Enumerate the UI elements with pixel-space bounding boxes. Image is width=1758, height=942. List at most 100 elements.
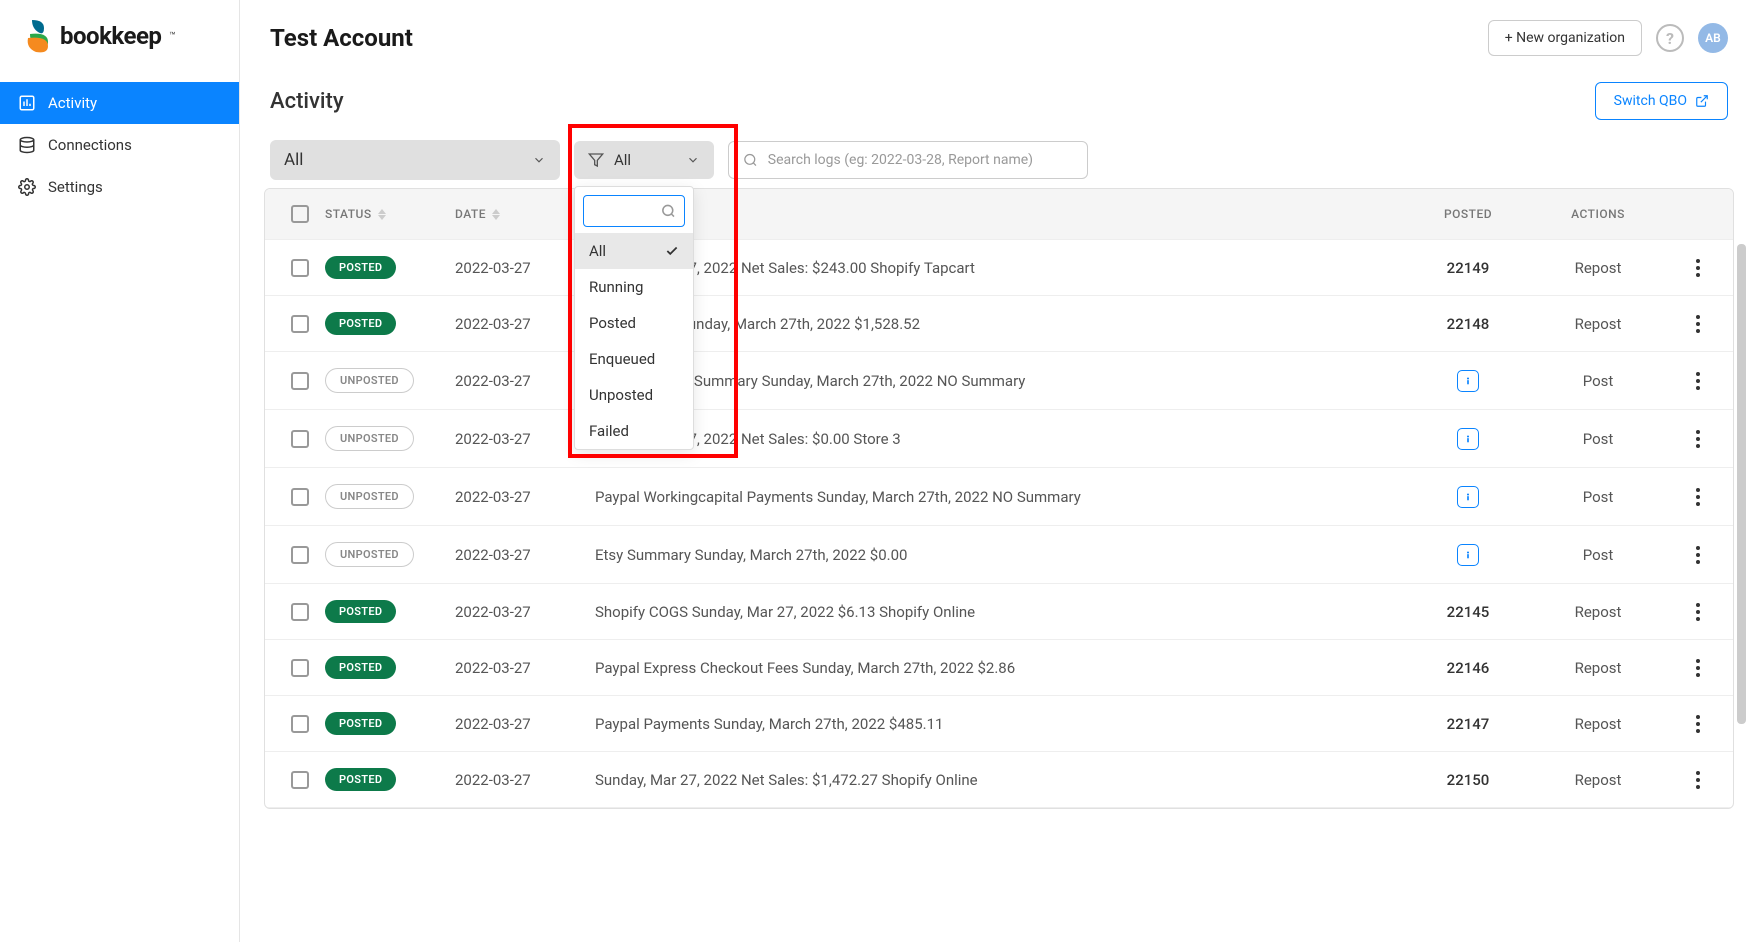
dropdown-search[interactable] — [583, 195, 685, 227]
status-filter-label: All — [614, 151, 631, 169]
trademark-icon: ™ — [169, 31, 175, 42]
row-menu-icon[interactable] — [1673, 259, 1723, 277]
row-menu-icon[interactable] — [1673, 430, 1723, 448]
new-organization-button[interactable]: + New organization — [1488, 20, 1642, 56]
row-menu-icon[interactable] — [1673, 488, 1723, 506]
status-badge: POSTED — [325, 600, 396, 623]
row-checkbox[interactable] — [291, 259, 309, 277]
sidebar-item-activity[interactable]: Activity — [0, 82, 239, 124]
logo: bookkeep ™ — [0, 0, 239, 72]
dropdown-search-input[interactable] — [592, 203, 661, 219]
table-row: POSTED2022-03-27Sunday, Mar 27, 2022 Net… — [265, 752, 1733, 808]
info-badge[interactable] — [1457, 428, 1479, 450]
action-link[interactable]: Repost — [1523, 603, 1673, 621]
avatar[interactable]: AB — [1698, 23, 1728, 53]
search-input[interactable] — [768, 152, 1073, 168]
summary-cell: Paypal Express Checkout Fees Sunday, Mar… — [595, 659, 1413, 677]
dropdown-option-running[interactable]: Running — [575, 269, 693, 305]
info-badge[interactable] — [1457, 370, 1479, 392]
row-menu-icon[interactable] — [1673, 659, 1723, 677]
main-content: Test Account + New organization ? AB Act… — [240, 0, 1758, 942]
row-menu-icon[interactable] — [1673, 315, 1723, 333]
table-row: UNPOSTED2022-03-27Paypal Workingcapital … — [265, 468, 1733, 526]
table-row: UNPOSTED2022-03-27Sunday, Mar 27, 2022 N… — [265, 410, 1733, 468]
table-row: UNPOSTED2022-03-27Etsy Summary Sunday, M… — [265, 526, 1733, 584]
chevron-down-icon — [686, 153, 700, 167]
dropdown-option-posted[interactable]: Posted — [575, 305, 693, 341]
status-dropdown-panel: AllRunningPostedEnqueuedUnpostedFailed — [574, 186, 694, 450]
scrollbar[interactable] — [1737, 244, 1746, 724]
summary-cell: Sunday, Mar 27, 2022 Net Sales: $1,472.2… — [595, 771, 1413, 789]
switch-qbo-label: Switch QBO — [1614, 93, 1687, 109]
action-link[interactable]: Post — [1523, 546, 1673, 564]
sort-icon[interactable] — [492, 209, 500, 220]
external-link-icon — [1695, 94, 1709, 108]
row-menu-icon[interactable] — [1673, 715, 1723, 733]
row-checkbox[interactable] — [291, 771, 309, 789]
table-row: POSTED2022-03-27Paypal Fees Sunday, Marc… — [265, 296, 1733, 352]
switch-qbo-button[interactable]: Switch QBO — [1595, 82, 1728, 120]
row-checkbox[interactable] — [291, 430, 309, 448]
status-filter-dropdown[interactable]: All — [574, 141, 714, 179]
sort-icon[interactable] — [378, 209, 386, 220]
row-menu-icon[interactable] — [1673, 546, 1723, 564]
nav: Activity ConnectionsSettings — [0, 82, 239, 208]
table-row: POSTED 2022-03-27Paypal Express Checkout … — [265, 640, 1733, 696]
date-cell: 2022-03-27 — [455, 488, 595, 506]
sidebar-item-settings[interactable]: Settings — [0, 166, 239, 208]
row-checkbox[interactable] — [291, 315, 309, 333]
sidebar-item-label: Activity — [48, 94, 97, 112]
action-link[interactable]: Repost — [1523, 715, 1673, 733]
search-box[interactable] — [728, 141, 1088, 179]
category-filter-dropdown[interactable]: All — [270, 140, 560, 180]
row-checkbox[interactable] — [291, 546, 309, 564]
posted-id: 22149 — [1447, 259, 1490, 277]
table-header: STATUS DATE SUMMARY POS — [265, 189, 1733, 240]
date-cell: 2022-03-27 — [455, 546, 595, 564]
status-badge: POSTED — [325, 712, 396, 735]
dropdown-option-unposted[interactable]: Unposted — [575, 377, 693, 413]
header-right: + New organization ? AB — [1488, 20, 1728, 56]
dropdown-option-enqueued[interactable]: Enqueued — [575, 341, 693, 377]
status-badge: POSTED — [325, 656, 396, 679]
row-checkbox[interactable] — [291, 372, 309, 390]
action-link[interactable]: Repost — [1523, 259, 1673, 277]
action-link[interactable]: Repost — [1523, 659, 1673, 677]
action-link[interactable]: Post — [1523, 488, 1673, 506]
row-checkbox[interactable] — [291, 659, 309, 677]
table-row: POSTED2022-03-27Shopify COGS Sunday, Mar… — [265, 584, 1733, 640]
sidebar-item-connections[interactable]: Connections — [0, 124, 239, 166]
action-link[interactable]: Repost — [1523, 315, 1673, 333]
row-menu-icon[interactable] — [1673, 771, 1723, 789]
summary-cell: Sunday, Mar 27, 2022 Net Sales: $243.00 … — [595, 259, 1413, 277]
table-row: POSTED2022-03-27Paypal Payments Sunday, … — [265, 696, 1733, 752]
filter-icon — [588, 152, 604, 168]
date-cell: 2022-03-27 — [455, 659, 595, 677]
dropdown-option-all[interactable]: All — [575, 233, 693, 269]
gear-icon — [18, 178, 36, 196]
action-link[interactable]: Post — [1523, 430, 1673, 448]
row-checkbox[interactable] — [291, 603, 309, 621]
summary-cell: Etsy Summary Sunday, March 27th, 2022 $0… — [595, 546, 1413, 564]
action-link[interactable]: Repost — [1523, 771, 1673, 789]
status-badge: POSTED — [325, 256, 396, 279]
summary-cell: Paypal Payments Sunday, March 27th, 2022… — [595, 715, 1413, 733]
help-icon[interactable]: ? — [1656, 24, 1684, 52]
action-link[interactable]: Post — [1523, 372, 1673, 390]
select-all-checkbox[interactable] — [291, 205, 309, 223]
filter-row: All All AllRunningPostedEnqueued — [240, 132, 1758, 188]
summary-cell: Shopify COGS Sunday, Mar 27, 2022 $6.13 … — [595, 603, 1413, 621]
info-badge[interactable] — [1457, 486, 1479, 508]
row-checkbox[interactable] — [291, 488, 309, 506]
info-badge[interactable] — [1457, 544, 1479, 566]
logo-text: bookkeep — [60, 22, 161, 50]
row-menu-icon[interactable] — [1673, 372, 1723, 390]
col-posted: POSTED — [1444, 207, 1492, 221]
check-icon — [665, 244, 679, 258]
row-menu-icon[interactable] — [1673, 603, 1723, 621]
activity-table: STATUS DATE SUMMARY POS — [264, 188, 1734, 809]
summary-cell: Paypal Capital Summary Sunday, March 27t… — [595, 372, 1413, 390]
dropdown-option-failed[interactable]: Failed — [575, 413, 693, 449]
row-checkbox[interactable] — [291, 715, 309, 733]
summary-cell: Paypal Workingcapital Payments Sunday, M… — [595, 488, 1413, 506]
